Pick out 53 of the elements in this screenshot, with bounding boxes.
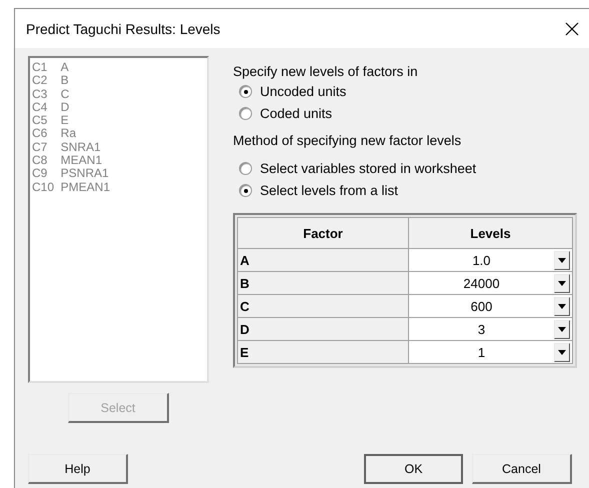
level-dropdown[interactable]: 3 [409,318,572,340]
column-id: C3 [32,88,48,101]
radio-label[interactable]: Select levels from a list [260,182,398,199]
radio-label[interactable]: Uncoded units [260,83,346,100]
level-dropdown[interactable]: 1.0 [409,249,572,271]
column-name: Ra [60,127,76,141]
dropdown-arrow-icon [558,350,566,354]
column-id: C4 [32,100,48,114]
factor-cell: E [238,340,408,364]
level-dropdown[interactable]: 24000 [409,272,572,294]
factor-cell: D [238,318,408,340]
factor-cell: B [238,272,408,294]
method-label: Method of specifying new factor levels [233,132,462,150]
column-name: MEAN1 [60,154,102,168]
column-id: C2 [32,74,48,88]
dialog-button[interactable]: OK [364,454,463,484]
radio-button[interactable] [239,184,252,197]
column-id: C6 [32,127,48,141]
column-header: Factor [238,218,408,248]
column-name: PMEAN1 [60,180,110,194]
column-name: D [60,100,70,114]
radio-label[interactable]: Select variables stored in worksheet [260,160,476,177]
column-name: B [60,74,69,88]
column-name: E [60,114,69,128]
column-name: A [60,61,69,74]
column-id: C1 [32,61,48,74]
factor-cell: A [238,248,408,272]
dialog-button[interactable]: Cancel [472,454,572,484]
level-dropdown[interactable]: 600 [409,295,572,317]
column-id: C5 [32,114,48,128]
column-name: C [60,88,70,101]
close-icon[interactable] [565,22,579,36]
column-header: Levels [408,218,572,248]
units-label: Specify new levels of factors in [233,63,419,81]
dialog-button[interactable]: Help [28,454,128,484]
radio-button[interactable] [239,107,252,120]
column-id: C9 [32,167,48,181]
factor-cell: C [238,294,408,318]
dropdown-arrow-icon [558,280,566,286]
radio-button[interactable] [239,85,252,98]
level-dropdown[interactable]: 1 [409,341,572,363]
window-title: Predict Taguchi Results: Levels [26,20,220,36]
column-name: SNRA1 [60,140,101,154]
column-list[interactable]: C1 A C2 B C3 C C4 D C5 E C6 Ra C7 SNRA1 C8 MEAN1 C9 PSNRA1 C10 PMEAN1 [28,56,209,383]
radio-button[interactable] [239,162,252,175]
column-id: C7 [32,140,48,154]
column-id: C8 [32,154,48,168]
dropdown-arrow-icon [558,304,566,308]
dropdown-arrow-icon [558,326,566,332]
dropdown-arrow-icon [558,258,566,262]
column-name: PSNRA1 [60,167,109,181]
column-id: C10 [32,180,54,194]
radio-label[interactable]: Coded units [260,105,332,122]
